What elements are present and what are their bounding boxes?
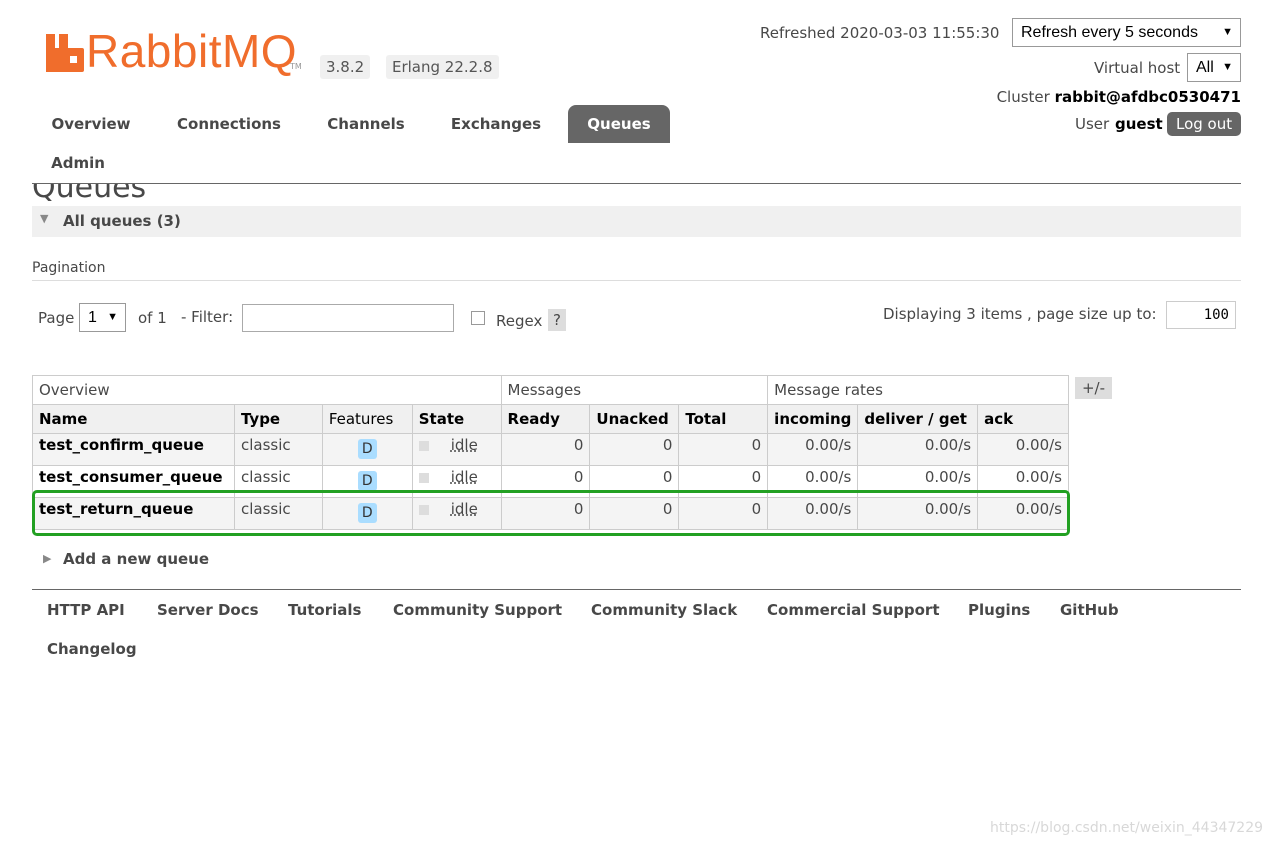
regex-checkbox[interactable] xyxy=(471,311,485,325)
tab-connections[interactable]: Connections xyxy=(164,105,294,143)
logo-text: RabbitMQ xyxy=(86,25,298,77)
vhost-select[interactable]: All ▼ xyxy=(1187,53,1241,82)
ready-count: 0 xyxy=(500,433,591,466)
ack-rate: 0.00/s xyxy=(977,433,1069,466)
unacked-count: 0 xyxy=(589,433,680,466)
pagination-label: Pagination xyxy=(32,260,106,276)
col-unacked[interactable]: Unacked xyxy=(589,404,680,434)
col-ready[interactable]: Ready xyxy=(500,404,591,434)
filter-label: - Filter: xyxy=(181,308,234,326)
footer-link-http-api[interactable]: HTTP API xyxy=(47,601,125,619)
watermark-text: https://blog.csdn.net/weixin_44347229 xyxy=(990,820,1264,836)
col-type[interactable]: Type xyxy=(233,404,323,434)
state-icon xyxy=(418,440,429,451)
deliver-rate: 0.00/s xyxy=(857,433,979,466)
page-select-value: 1 xyxy=(88,309,97,326)
tab-overview[interactable]: Overview xyxy=(40,105,142,143)
refresh-select[interactable]: Refresh every 5 seconds ▼ xyxy=(1012,18,1241,47)
incoming-rate: 0.00/s xyxy=(767,433,859,466)
group-message-rates: Message rates xyxy=(767,375,1069,405)
section-title: All queues (3) xyxy=(63,212,181,230)
displaying-text: Displaying 3 items , page size up to: xyxy=(883,305,1157,323)
queue-name-link[interactable]: test_confirm_queue xyxy=(39,436,204,454)
col-name[interactable]: Name xyxy=(32,404,235,434)
chevron-down-icon: ▼ xyxy=(1222,61,1233,73)
highlight-box xyxy=(32,490,1070,536)
state-icon xyxy=(418,472,429,483)
filter-input[interactable] xyxy=(242,304,454,332)
vhost-select-value: All xyxy=(1196,59,1214,76)
col-ack[interactable]: ack xyxy=(977,404,1069,434)
total-count: 0 xyxy=(678,433,769,466)
collapse-arrow-icon: ▼ xyxy=(40,212,49,225)
footer-link-tutorials[interactable]: Tutorials xyxy=(288,601,361,619)
rabbitmq-logo: RabbitMQ TM xyxy=(46,25,306,78)
erlang-badge: Erlang 22.2.8 xyxy=(386,55,499,79)
group-overview: Overview xyxy=(32,375,502,405)
page-select[interactable]: 1 ▼ xyxy=(79,303,126,332)
queue-name-link[interactable]: test_consumer_queue xyxy=(39,468,223,486)
footer-link-community-support[interactable]: Community Support xyxy=(393,601,562,619)
rabbit-logo-icon xyxy=(46,34,84,72)
footer-link-community-slack[interactable]: Community Slack xyxy=(591,601,737,619)
pagination-divider xyxy=(32,280,1241,281)
tab-queues[interactable]: Queues xyxy=(568,105,670,143)
logo-trademark: TM xyxy=(290,62,302,71)
regex-label: Regex xyxy=(496,312,543,330)
tab-admin[interactable]: Admin xyxy=(40,144,116,182)
expand-arrow-icon: ▶ xyxy=(43,552,52,565)
col-features: Features xyxy=(321,404,413,434)
vhost-label: Virtual host xyxy=(1094,59,1181,77)
page-title-clip: Queues xyxy=(32,184,332,204)
version-badge: 3.8.2 xyxy=(320,55,371,79)
footer-link-plugins[interactable]: Plugins xyxy=(968,601,1030,619)
durable-badge: D xyxy=(357,439,377,459)
col-deliver-get[interactable]: deliver / get xyxy=(857,404,979,434)
cluster-value: rabbit@afdbc0530471 xyxy=(1054,88,1241,106)
queue-state: idle xyxy=(450,468,478,486)
page-label: Page xyxy=(38,309,75,327)
page-size-input[interactable] xyxy=(1166,301,1236,329)
columns-toggle-button[interactable]: +/- xyxy=(1075,377,1112,399)
regex-help-button[interactable]: ? xyxy=(548,309,566,331)
chevron-down-icon: ▼ xyxy=(107,311,118,323)
queue-type: classic xyxy=(233,433,323,466)
footer-divider xyxy=(32,589,1241,590)
of-label: of 1 xyxy=(138,309,167,327)
group-messages: Messages xyxy=(500,375,769,405)
refreshed-text: Refreshed 2020-03-03 11:55:30 xyxy=(760,24,1000,42)
page-title: Queues xyxy=(32,184,147,204)
queue-state: idle xyxy=(450,436,478,454)
footer-link-changelog[interactable]: Changelog xyxy=(47,640,137,658)
cluster-label: Cluster xyxy=(996,88,1050,106)
footer-link-server-docs[interactable]: Server Docs xyxy=(157,601,259,619)
chevron-down-icon: ▼ xyxy=(1222,26,1233,38)
all-queues-section[interactable]: ▼ All queues (3) xyxy=(32,206,1241,237)
footer-link-github[interactable]: GitHub xyxy=(1060,601,1119,619)
add-queue-toggle[interactable]: Add a new queue xyxy=(63,550,209,568)
tab-channels[interactable]: Channels xyxy=(316,105,416,143)
col-state[interactable]: State xyxy=(411,404,502,434)
footer-link-commercial-support[interactable]: Commercial Support xyxy=(767,601,940,619)
user-label: User xyxy=(1075,115,1110,133)
cluster-info: Cluster rabbit@afdbc0530471 xyxy=(997,88,1241,106)
durable-badge: D xyxy=(357,471,377,491)
logout-button[interactable]: Log out xyxy=(1167,112,1242,136)
col-total[interactable]: Total xyxy=(678,404,769,434)
user-value: guest xyxy=(1115,115,1163,133)
table-row[interactable]: test_confirm_queue classic D idle 0 0 0 … xyxy=(32,433,1069,466)
tab-exchanges[interactable]: Exchanges xyxy=(438,105,554,143)
col-incoming[interactable]: incoming xyxy=(767,404,859,434)
refresh-select-value: Refresh every 5 seconds xyxy=(1021,24,1198,41)
